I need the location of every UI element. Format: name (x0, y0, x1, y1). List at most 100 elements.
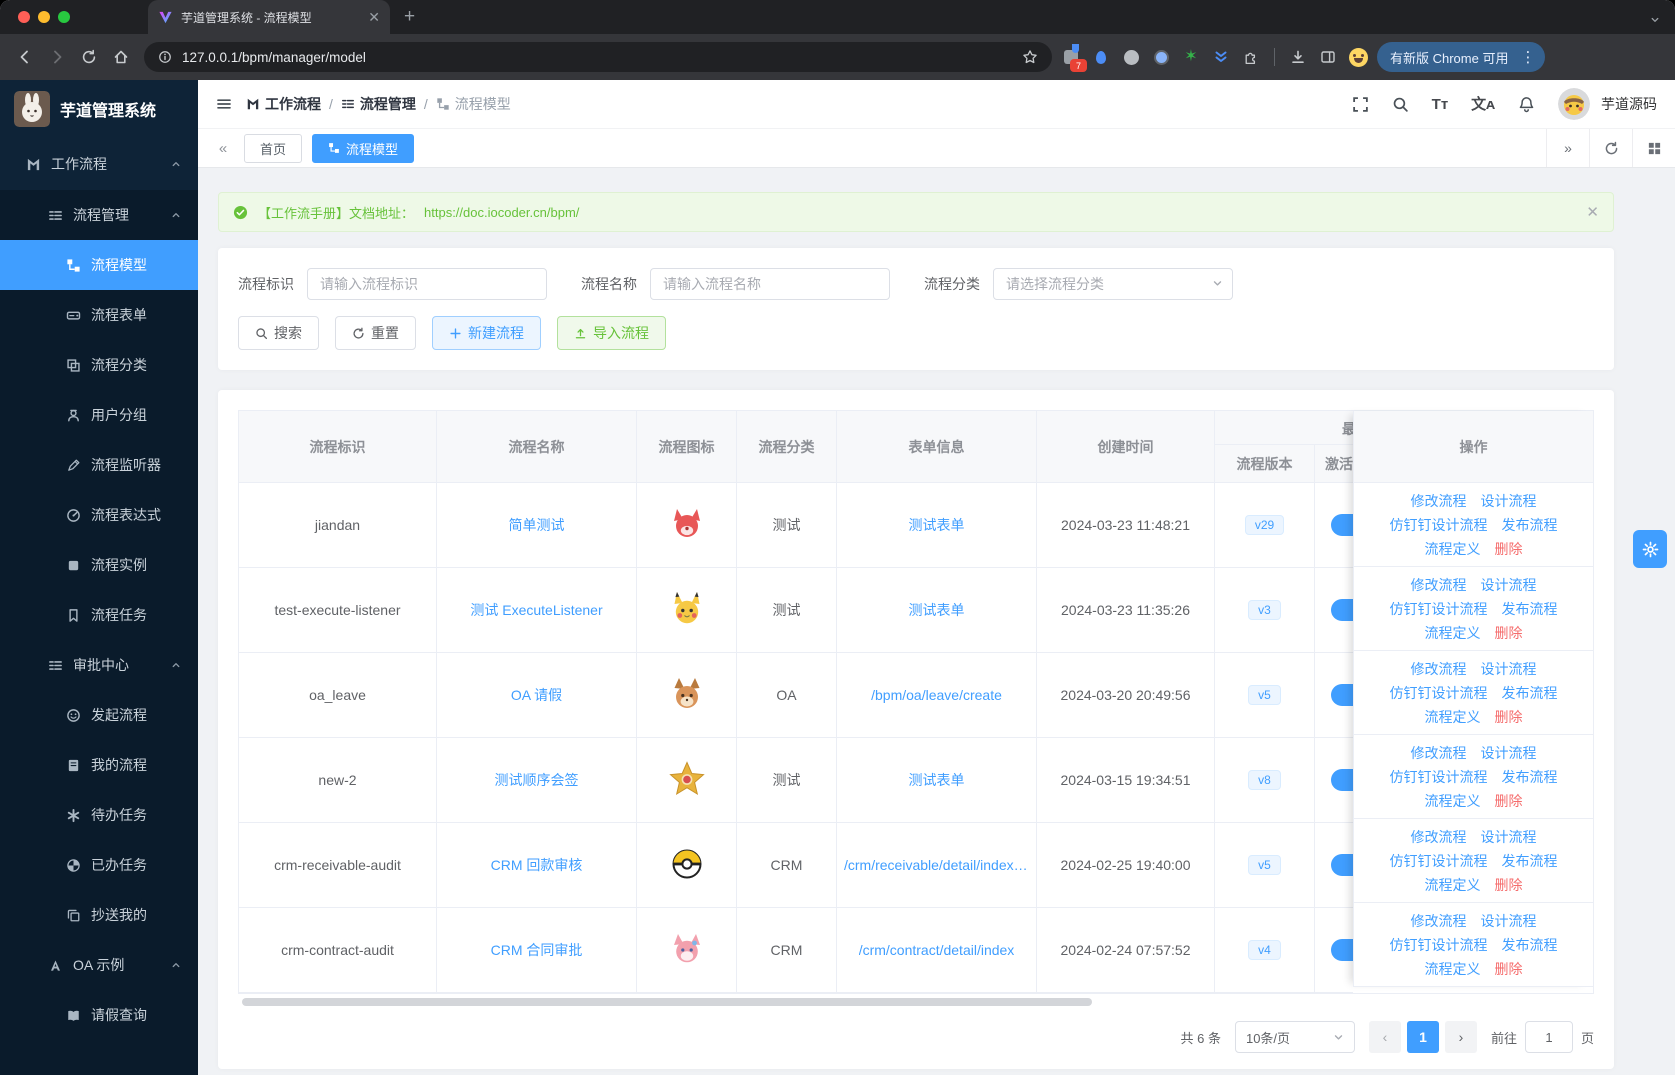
breadcrumb-item[interactable]: 流程管理 (341, 94, 416, 114)
sidebar-item-leave-query[interactable]: 请假查询 (0, 990, 198, 1040)
layout-grid-icon[interactable] (1632, 129, 1675, 167)
new-tab-button[interactable]: + (404, 6, 415, 28)
search-button[interactable]: 搜索 (238, 316, 319, 350)
user-avatar[interactable] (1558, 88, 1590, 120)
sidebar-item-form[interactable]: 流程表单 (0, 290, 198, 340)
form-info-link[interactable]: 测试表单 (909, 770, 965, 790)
breadcrumb-item[interactable]: 工作流程 (246, 94, 321, 114)
form-info-link[interactable]: 测试表单 (909, 515, 965, 535)
op-link[interactable]: 发布流程 (1502, 851, 1558, 871)
extensions-puzzle-icon[interactable] (1240, 46, 1262, 68)
breadcrumb-item[interactable]: 流程模型 (436, 94, 511, 114)
browser-tab[interactable]: 芋道管理系统 - 流程模型 ✕ (148, 0, 390, 34)
reload-button[interactable] (74, 42, 104, 72)
sidebar-item-instance[interactable]: 流程实例 (0, 540, 198, 590)
form-info-link[interactable]: 测试表单 (909, 600, 965, 620)
tag-item[interactable]: 首页 (244, 133, 303, 163)
alert-doc-link[interactable]: https://doc.iocoder.cn/bpm/ (424, 205, 579, 220)
url-text[interactable]: 127.0.0.1/bpm/manager/model (182, 50, 1012, 65)
model-name-link[interactable]: 简单测试 (509, 515, 565, 535)
filter-id-input[interactable] (307, 268, 547, 300)
op-link[interactable]: 设计流程 (1481, 743, 1537, 763)
collapse-menu-icon[interactable] (216, 96, 232, 112)
language-icon[interactable]: 文ᴀ (1471, 97, 1495, 112)
op-link[interactable]: 发布流程 (1502, 515, 1558, 535)
model-name-link[interactable]: 测试顺序会签 (495, 770, 579, 790)
model-name-link[interactable]: CRM 回款审核 (491, 855, 583, 875)
sidebar-item-oa-demo[interactable]: OA 示例 (0, 940, 198, 990)
page-1-button[interactable]: 1 (1406, 1021, 1439, 1053)
op-link[interactable]: 发布流程 (1502, 935, 1558, 955)
sidebar-item-user-group[interactable]: 用户分组 (0, 390, 198, 440)
model-name-link[interactable]: OA 请假 (511, 685, 562, 705)
op-link[interactable]: 仿钉钉设计流程 (1390, 935, 1488, 955)
op-delete[interactable]: 删除 (1495, 791, 1523, 811)
forward-button[interactable] (42, 42, 72, 72)
active-toggle[interactable] (1331, 939, 1353, 961)
op-link[interactable]: 流程定义 (1425, 539, 1481, 559)
op-link[interactable]: 仿钉钉设计流程 (1390, 599, 1488, 619)
goto-page-input[interactable] (1524, 1021, 1573, 1053)
form-info-link[interactable]: /bpm/oa/leave/create (871, 687, 1002, 703)
tab-search-chevron-icon[interactable] (1649, 14, 1661, 26)
back-button[interactable] (10, 42, 40, 72)
sidebar-item-process-mgmt[interactable]: 流程管理 (0, 190, 198, 240)
scrollbar-thumb[interactable] (242, 998, 1092, 1006)
sidebar-item-start-process[interactable]: 发起流程 (0, 690, 198, 740)
address-bar[interactable]: 127.0.0.1/bpm/manager/model (144, 42, 1052, 72)
model-name-link[interactable]: CRM 合同审批 (491, 940, 583, 960)
op-link[interactable]: 修改流程 (1411, 827, 1467, 847)
op-delete[interactable]: 删除 (1495, 623, 1523, 643)
home-button[interactable] (106, 42, 136, 72)
op-delete[interactable]: 删除 (1495, 707, 1523, 727)
sidebar-item-approval-center[interactable]: 审批中心 (0, 640, 198, 690)
sidebar-item-listener[interactable]: 流程监听器 (0, 440, 198, 490)
op-link[interactable]: 仿钉钉设计流程 (1390, 851, 1488, 871)
filter-category-select[interactable] (993, 268, 1233, 300)
refresh-page-icon[interactable] (1589, 129, 1632, 167)
active-toggle[interactable] (1331, 769, 1353, 791)
horizontal-scrollbar[interactable] (238, 997, 1352, 1007)
sidebar-item-workflow[interactable]: 工作流程 (0, 138, 198, 190)
extension-5-icon[interactable]: ✶ (1180, 46, 1202, 68)
op-link[interactable]: 修改流程 (1411, 743, 1467, 763)
op-delete[interactable]: 删除 (1495, 959, 1523, 979)
model-name-link[interactable]: 测试 ExecuteListener (470, 600, 602, 620)
site-info-icon[interactable] (158, 50, 172, 64)
extension-3-icon[interactable] (1120, 46, 1142, 68)
filter-name-input[interactable] (650, 268, 890, 300)
filter-category-input[interactable] (993, 268, 1233, 300)
active-toggle[interactable] (1331, 514, 1353, 536)
op-link[interactable]: 修改流程 (1411, 575, 1467, 595)
op-delete[interactable]: 删除 (1495, 875, 1523, 895)
sidebar-item-model[interactable]: 流程模型 (0, 240, 198, 290)
op-link[interactable]: 发布流程 (1502, 683, 1558, 703)
active-toggle[interactable] (1331, 599, 1353, 621)
tags-scroll-right-icon[interactable]: » (1546, 129, 1589, 167)
username[interactable]: 芋道源码 (1601, 94, 1657, 114)
sidebar-item-my-process[interactable]: 我的流程 (0, 740, 198, 790)
op-link[interactable]: 流程定义 (1425, 959, 1481, 979)
op-link[interactable]: 流程定义 (1425, 623, 1481, 643)
sidebar-item-task[interactable]: 流程任务 (0, 590, 198, 640)
op-link[interactable]: 发布流程 (1502, 767, 1558, 787)
extension-2-icon[interactable] (1090, 46, 1112, 68)
reset-button[interactable]: 重置 (335, 316, 416, 350)
op-link[interactable]: 设计流程 (1481, 827, 1537, 847)
bell-icon[interactable] (1518, 96, 1535, 113)
prev-page-button[interactable]: ‹ (1368, 1021, 1401, 1053)
maximize-window-button[interactable] (58, 11, 70, 23)
op-link[interactable]: 设计流程 (1481, 575, 1537, 595)
extension-1-icon[interactable]: 7 (1060, 44, 1087, 72)
sidebar-item-expression[interactable]: 流程表达式 (0, 490, 198, 540)
active-toggle[interactable] (1331, 684, 1353, 706)
op-link[interactable]: 流程定义 (1425, 875, 1481, 895)
tags-scroll-left-icon[interactable]: « (208, 140, 238, 157)
theme-settings-button[interactable] (1633, 530, 1667, 568)
op-link[interactable]: 设计流程 (1481, 911, 1537, 931)
sidebar-item-category[interactable]: 流程分类 (0, 340, 198, 390)
op-delete[interactable]: 删除 (1495, 539, 1523, 559)
next-page-button[interactable]: › (1444, 1021, 1477, 1053)
sidebar-item-cc-mine[interactable]: 抄送我的 (0, 890, 198, 940)
op-link[interactable]: 仿钉钉设计流程 (1390, 767, 1488, 787)
